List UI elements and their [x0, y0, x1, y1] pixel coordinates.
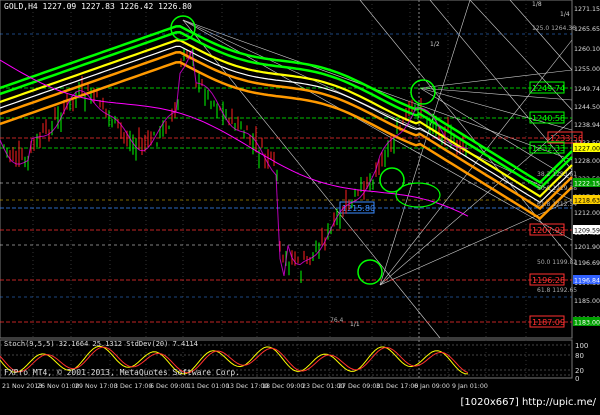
time-label: 29 Nov 17:00: [75, 383, 117, 390]
oscillator-label: Stoch(9,5,5) 32.1664 25.1312 StdDev(20) …: [4, 340, 198, 348]
chart-header: GOLD,H4 1227.09 1227.83 1226.42 1226.80: [4, 2, 192, 11]
fib-label: 76.4: [330, 317, 344, 324]
level-label: 1232.33: [532, 144, 565, 153]
fan-label: 1/2: [430, 41, 440, 48]
osc-tick: 20: [575, 367, 584, 375]
level-label: 1240.58: [532, 114, 565, 123]
watermark-text: [1020x667] http://upic.me/: [460, 397, 596, 408]
time-label: 11 Dec 01:00: [187, 383, 229, 390]
time-label: 3 Dec 17:00: [114, 383, 152, 390]
time-label: 9 Jan 01:00: [452, 383, 488, 390]
fan-label: 1/4: [560, 11, 570, 18]
osc-tick: 0: [575, 375, 579, 383]
fan-label: 1/8: [532, 1, 542, 8]
level-label: 1196.28: [532, 276, 565, 285]
mt4-chart-window[interactable]: 1249.74 1240.58 1233.56 1232.33 1215.80 1207.…: [0, 0, 600, 411]
osc-tick: 100: [575, 342, 588, 350]
time-label: 27 Dec 09:00: [338, 383, 380, 390]
time-label: 31 Dec 17:00: [376, 383, 418, 390]
time-label: 6 Dec 09:00: [150, 383, 188, 390]
time-label: 18 Dec 09:00: [262, 383, 304, 390]
time-label: 6 Jan 09:00: [414, 383, 450, 390]
fib-label: 125.0 1264.36: [532, 25, 576, 32]
level-label: 1207.92: [532, 226, 565, 235]
copyright-label: FXPro MT4, © 2001-2013, MetaQuotes Softw…: [4, 368, 241, 377]
fan-label: 1/1: [350, 321, 360, 328]
level-label: 1187.09: [532, 318, 565, 327]
price-axis: [572, 0, 600, 338]
level-label: 1249.74: [532, 84, 565, 93]
price-chart[interactable]: 1249.741240.581233.561232.331215.801207.…: [0, 0, 600, 411]
osc-tick: 80: [575, 352, 584, 360]
time-label: 26 Nov 01:00: [37, 383, 79, 390]
